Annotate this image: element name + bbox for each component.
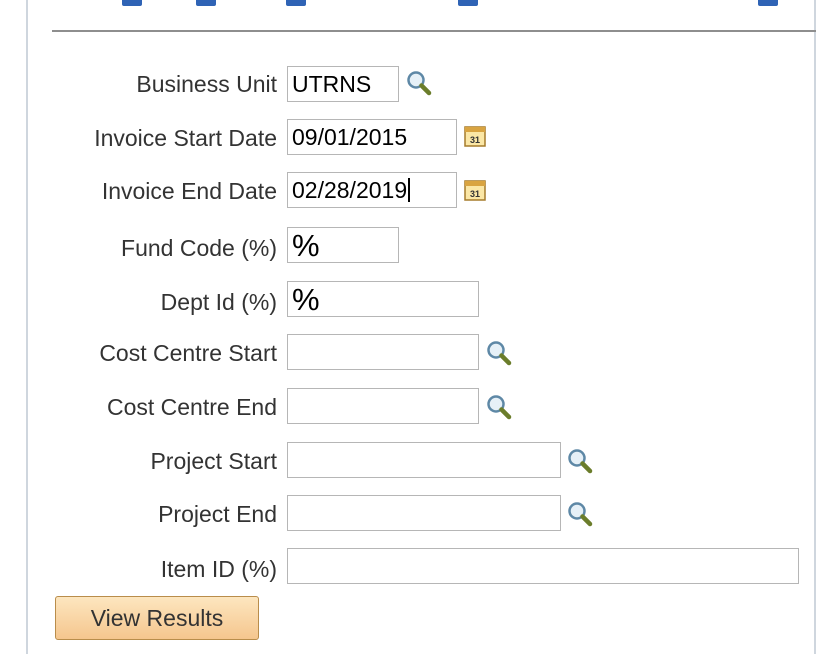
cost-centre-start-label: Cost Centre Start bbox=[99, 340, 277, 366]
project-start-lookup-icon[interactable] bbox=[565, 446, 595, 476]
project-end-field[interactable] bbox=[287, 495, 561, 531]
invoice-end-date-value: 02/28/2019 bbox=[292, 177, 408, 203]
invoice-start-date-field[interactable]: 09/01/2015 bbox=[287, 119, 457, 155]
text-cursor bbox=[408, 178, 411, 202]
invoice-end-date-calendar-icon[interactable]: 31 bbox=[461, 176, 489, 204]
header-strip bbox=[28, 0, 816, 10]
cost-centre-start-field[interactable] bbox=[287, 334, 479, 370]
svg-text:31: 31 bbox=[470, 189, 480, 199]
section-divider bbox=[52, 30, 816, 32]
invoice-end-date-label: Invoice End Date bbox=[101, 178, 277, 204]
dept-id-label: Dept Id (%) bbox=[160, 289, 277, 315]
project-start-field[interactable] bbox=[287, 442, 561, 478]
item-id-field[interactable] bbox=[287, 548, 799, 584]
business-unit-label: Business Unit bbox=[136, 71, 277, 97]
cost-centre-end-label: Cost Centre End bbox=[106, 394, 277, 420]
view-results-button[interactable]: View Results bbox=[55, 596, 259, 640]
svg-text:31: 31 bbox=[470, 135, 480, 145]
item-id-label: Item ID (%) bbox=[160, 556, 277, 582]
invoice-start-date-label: Invoice Start Date bbox=[94, 125, 277, 151]
cost-centre-start-lookup-icon[interactable] bbox=[484, 338, 514, 368]
business-unit-lookup-icon[interactable] bbox=[404, 68, 434, 98]
project-end-label: Project End bbox=[158, 501, 277, 527]
business-unit-field[interactable]: UTRNS bbox=[287, 66, 399, 102]
project-start-label: Project Start bbox=[150, 448, 277, 474]
cost-centre-end-field[interactable] bbox=[287, 388, 479, 424]
fund-code-label: Fund Code (%) bbox=[121, 235, 277, 261]
invoice-end-date-field[interactable]: 02/28/2019 bbox=[287, 172, 457, 208]
invoice-start-date-calendar-icon[interactable]: 31 bbox=[461, 122, 489, 150]
project-end-lookup-icon[interactable] bbox=[565, 499, 595, 529]
fund-code-field[interactable]: % bbox=[287, 227, 399, 263]
cost-centre-end-lookup-icon[interactable] bbox=[484, 392, 514, 422]
dept-id-field[interactable]: % bbox=[287, 281, 479, 317]
